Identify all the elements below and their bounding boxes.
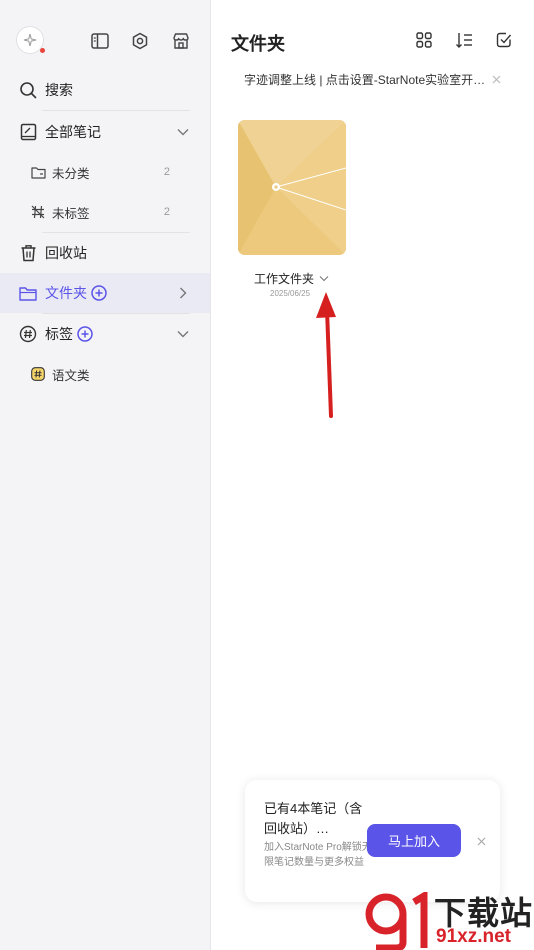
announcement-text[interactable]: 字迹调整上线 | 点击设置-StarNote实验室开…	[244, 71, 485, 88]
grid-view-icon[interactable]	[414, 30, 434, 50]
sidebar-item-tag-chinese[interactable]: 语文类	[0, 354, 210, 394]
store-icon[interactable]	[170, 30, 192, 52]
sidebar: 搜索 全部笔记 未分类 2 未标签 2 回收站 文件夹 标签 语文类	[0, 0, 211, 950]
avatar[interactable]	[16, 26, 45, 54]
sidebar-toolbar	[16, 26, 196, 56]
upgrade-promo-card: 已有4本笔记（含回收站）… 加入StarNote Pro解锁无限笔记数量与更多权…	[245, 780, 500, 902]
watermark-logo-icon	[365, 892, 428, 950]
folder-date: 2025/06/25	[270, 289, 311, 298]
sidebar-item-trash[interactable]: 回收站	[0, 233, 210, 273]
sidebar-item-folders[interactable]: 文件夹	[0, 273, 210, 313]
folder-card[interactable]	[238, 120, 346, 255]
note-count: 2	[163, 206, 170, 218]
page-title: 文件夹	[231, 34, 285, 54]
folder-question-icon	[30, 164, 46, 180]
sidebar-item-label: 回收站	[45, 245, 87, 261]
promo-title: 已有4本笔记（含回收站）…	[264, 801, 363, 836]
watermark-url: 91xz.net	[436, 926, 511, 947]
close-icon[interactable]	[475, 835, 487, 847]
hashtag-icon	[18, 324, 38, 344]
notebook-icon	[18, 122, 38, 142]
chevron-down-icon[interactable]	[319, 275, 329, 282]
sidebar-item-label: 文件夹	[45, 285, 87, 301]
sidebar-item-search[interactable]: 搜索	[0, 70, 210, 110]
annotation-arrow-icon	[316, 292, 336, 418]
chevron-down-icon[interactable]	[176, 125, 190, 139]
close-icon[interactable]	[490, 73, 502, 85]
watermark: 下载站 91xz.net	[364, 888, 534, 950]
sparkle-icon	[23, 33, 37, 47]
add-tag-icon[interactable]	[77, 326, 93, 342]
folder-title[interactable]: 工作文件夹	[254, 270, 329, 287]
trash-icon	[18, 243, 38, 263]
sidebar-item-label: 标签	[45, 326, 73, 342]
sidebar-item-all-notes[interactable]: 全部笔记	[0, 112, 210, 152]
sidebar-toggle-icon[interactable]	[89, 30, 111, 52]
sidebar-item-uncategorized[interactable]: 未分类 2	[0, 152, 210, 192]
chevron-right-icon[interactable]	[176, 286, 190, 300]
sidebar-item-untagged[interactable]: 未标签 2	[0, 192, 210, 232]
chevron-down-icon[interactable]	[176, 327, 190, 341]
divider	[42, 110, 190, 111]
note-count: 2	[163, 166, 170, 178]
sidebar-item-label: 未分类	[52, 166, 90, 181]
promo-description: 加入StarNote Pro解锁无限笔记数量与更多权益	[264, 842, 372, 868]
untagged-icon	[30, 204, 46, 220]
notification-dot	[40, 48, 45, 53]
settings-icon[interactable]	[129, 30, 151, 52]
select-icon[interactable]	[494, 30, 514, 50]
sidebar-item-label: 语文类	[52, 368, 90, 383]
folder-cover-icon	[238, 120, 346, 255]
search-icon	[18, 80, 38, 100]
sidebar-item-tags[interactable]: 标签	[0, 314, 210, 354]
sidebar-item-label: 未标签	[52, 206, 90, 221]
folder-icon	[18, 283, 38, 303]
sort-icon[interactable]	[454, 30, 474, 50]
sidebar-item-label: 搜索	[45, 82, 73, 98]
add-folder-icon[interactable]	[91, 285, 107, 301]
tag-hashtag-icon	[30, 366, 46, 382]
join-now-button[interactable]: 马上加入	[367, 824, 461, 857]
folder-name-text: 工作文件夹	[254, 272, 315, 286]
sidebar-item-label: 全部笔记	[45, 124, 101, 140]
